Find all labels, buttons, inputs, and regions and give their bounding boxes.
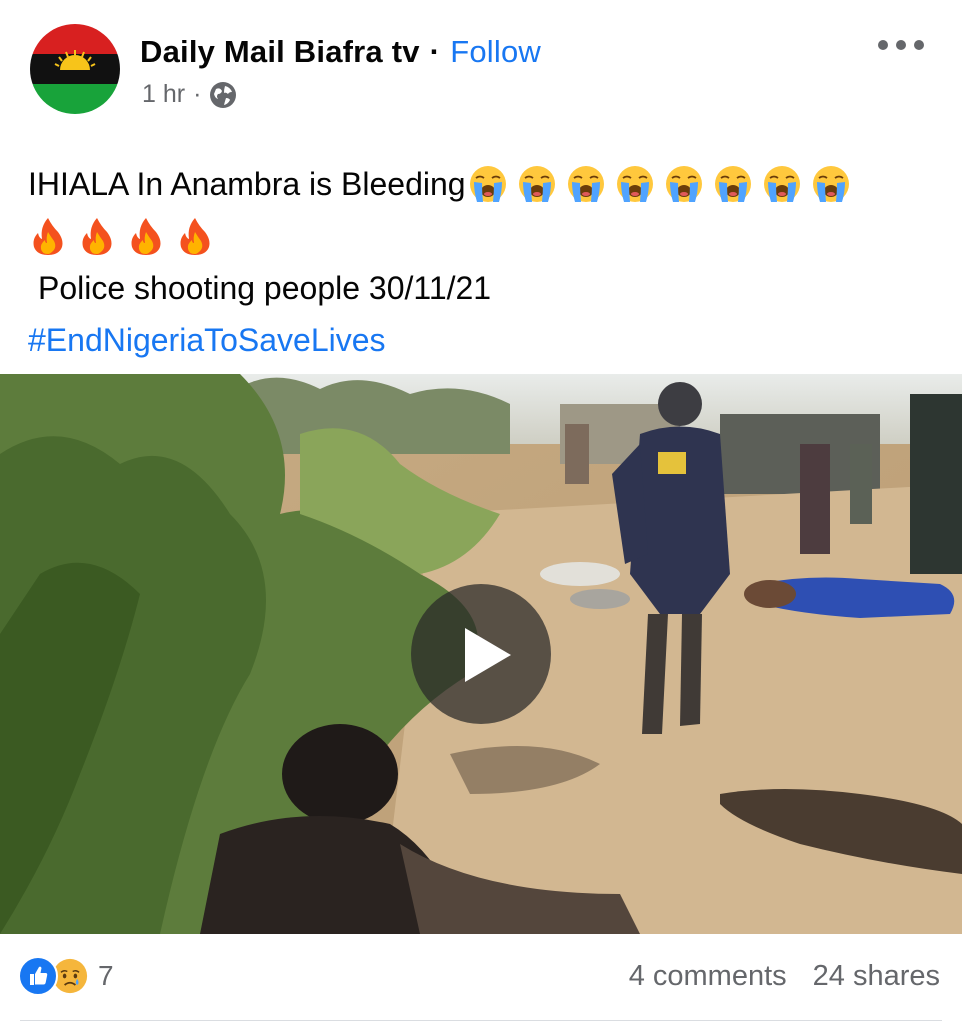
fire-icon bbox=[126, 216, 166, 256]
post-headline: IHIALA In Anambra is Bleeding bbox=[28, 166, 466, 202]
more-dot bbox=[896, 40, 906, 50]
hashtag-link[interactable]: #EndNigeriaToSaveLives bbox=[28, 316, 386, 364]
loudly-crying-face-icon bbox=[811, 164, 851, 204]
post-subline: Police shooting people 30/11/21 bbox=[38, 270, 492, 306]
more-options-icon[interactable] bbox=[878, 30, 924, 60]
loudly-crying-face-icon bbox=[566, 164, 606, 204]
like-reaction-icon bbox=[18, 956, 58, 996]
name-separator: · bbox=[429, 34, 441, 69]
post-line-1: IHIALA In Anambra is Bleeding bbox=[28, 158, 948, 210]
video-player[interactable] bbox=[0, 374, 962, 934]
globe-icon bbox=[209, 81, 237, 109]
loudly-crying-face-icon bbox=[517, 164, 557, 204]
facebook-post: Daily Mail Biafra tv · Follow 1 hr · IHIAL… bbox=[0, 0, 962, 1024]
footer-divider bbox=[20, 1020, 942, 1021]
fire-icon bbox=[28, 216, 68, 256]
meta-separator: · bbox=[193, 80, 202, 108]
post-time[interactable]: 1 hr bbox=[142, 80, 185, 109]
post-footer: 7 4 comments 24 shares bbox=[0, 934, 962, 1024]
fire-icon bbox=[77, 216, 117, 256]
page-name-row: Daily Mail Biafra tv · Follow bbox=[140, 34, 541, 70]
biafra-flag-logo bbox=[30, 24, 120, 114]
comments-count[interactable]: 4 comments bbox=[629, 960, 787, 993]
page-name[interactable]: Daily Mail Biafra tv bbox=[140, 34, 420, 69]
loudly-crying-face-icon bbox=[468, 164, 508, 204]
more-dot bbox=[914, 40, 924, 50]
follow-button[interactable]: Follow bbox=[450, 34, 541, 69]
post-meta: 1 hr · bbox=[142, 80, 237, 109]
post-header: Daily Mail Biafra tv · Follow 1 hr · bbox=[0, 0, 962, 130]
shares-count[interactable]: 24 shares bbox=[813, 960, 940, 993]
reaction-count: 7 bbox=[98, 960, 114, 991]
loudly-crying-face-icon bbox=[615, 164, 655, 204]
fire-emoji-row bbox=[28, 210, 948, 262]
reactions-summary[interactable]: 7 bbox=[18, 956, 114, 996]
post-line-4: #EndNigeriaToSaveLives bbox=[28, 314, 948, 366]
loudly-crying-face-icon bbox=[713, 164, 753, 204]
fire-icon bbox=[175, 216, 215, 256]
post-line-3: Police shooting people 30/11/21 bbox=[28, 262, 948, 314]
more-dot bbox=[878, 40, 888, 50]
page-avatar[interactable] bbox=[30, 24, 120, 114]
loudly-crying-face-icon bbox=[762, 164, 802, 204]
crying-emoji-row bbox=[468, 164, 860, 204]
loudly-crying-face-icon bbox=[664, 164, 704, 204]
post-text: IHIALA In Anambra is Bleeding Police sho… bbox=[28, 158, 948, 366]
play-icon[interactable] bbox=[411, 584, 551, 724]
engagement-stats: 4 comments 24 shares bbox=[629, 960, 940, 993]
